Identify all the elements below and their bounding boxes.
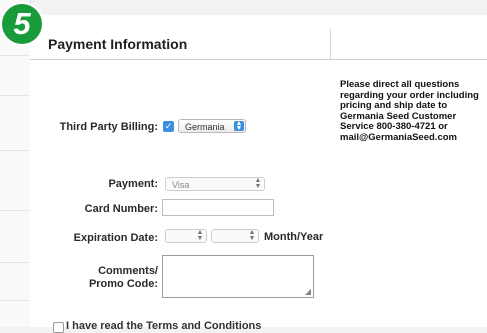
updown-arrows-icon: ▲ ▼ bbox=[248, 229, 256, 242]
card-number-input[interactable] bbox=[162, 199, 274, 216]
step-number-badge: 5 bbox=[2, 4, 42, 44]
left-sidebar-strip bbox=[0, 0, 31, 327]
month-year-hint: Month/Year bbox=[264, 231, 324, 243]
updown-arrows-icon: ▲ ▼ bbox=[234, 120, 244, 132]
updown-arrows-icon: ▲ ▼ bbox=[254, 177, 262, 190]
payment-label: Payment: bbox=[108, 178, 158, 190]
divider bbox=[330, 29, 331, 59]
card-number-label: Card Number: bbox=[84, 203, 158, 215]
expiration-date-label: Expiration Date: bbox=[73, 232, 158, 244]
checkmark-icon: ✓ bbox=[164, 121, 173, 131]
expiration-year-select[interactable]: ▲ ▼ bbox=[211, 229, 259, 243]
comments-label: Comments/ bbox=[98, 265, 158, 277]
third-party-billing-label: Third Party Billing: bbox=[59, 121, 158, 133]
comments-textarea[interactable]: ◢ bbox=[162, 255, 314, 298]
third-party-billing-value: Germania bbox=[185, 122, 225, 132]
payment-method-select[interactable]: Visa ▲ ▼ bbox=[165, 177, 265, 191]
divider bbox=[0, 262, 30, 263]
section-title: Payment Information bbox=[48, 36, 188, 52]
expiration-month-select[interactable]: ▲ ▼ bbox=[165, 229, 207, 243]
resize-grip-icon[interactable]: ◢ bbox=[305, 287, 311, 296]
terms-checkbox[interactable] bbox=[53, 322, 64, 333]
divider bbox=[0, 300, 30, 301]
payment-method-value: Visa bbox=[172, 180, 190, 190]
divider bbox=[30, 59, 487, 60]
promo-code-label: Promo Code: bbox=[88, 278, 158, 290]
divider bbox=[0, 210, 30, 211]
terms-label: I have read the Terms and Conditions bbox=[66, 320, 262, 332]
updown-arrows-icon: ▲ ▼ bbox=[196, 229, 204, 242]
divider bbox=[0, 55, 30, 56]
divider bbox=[0, 150, 30, 151]
third-party-billing-checkbox[interactable]: ✓ bbox=[163, 121, 174, 132]
third-party-billing-select[interactable]: Germania ▲ ▼ bbox=[178, 119, 246, 133]
divider bbox=[0, 95, 30, 96]
customer-service-note: Please direct all questions regarding yo… bbox=[340, 79, 479, 143]
